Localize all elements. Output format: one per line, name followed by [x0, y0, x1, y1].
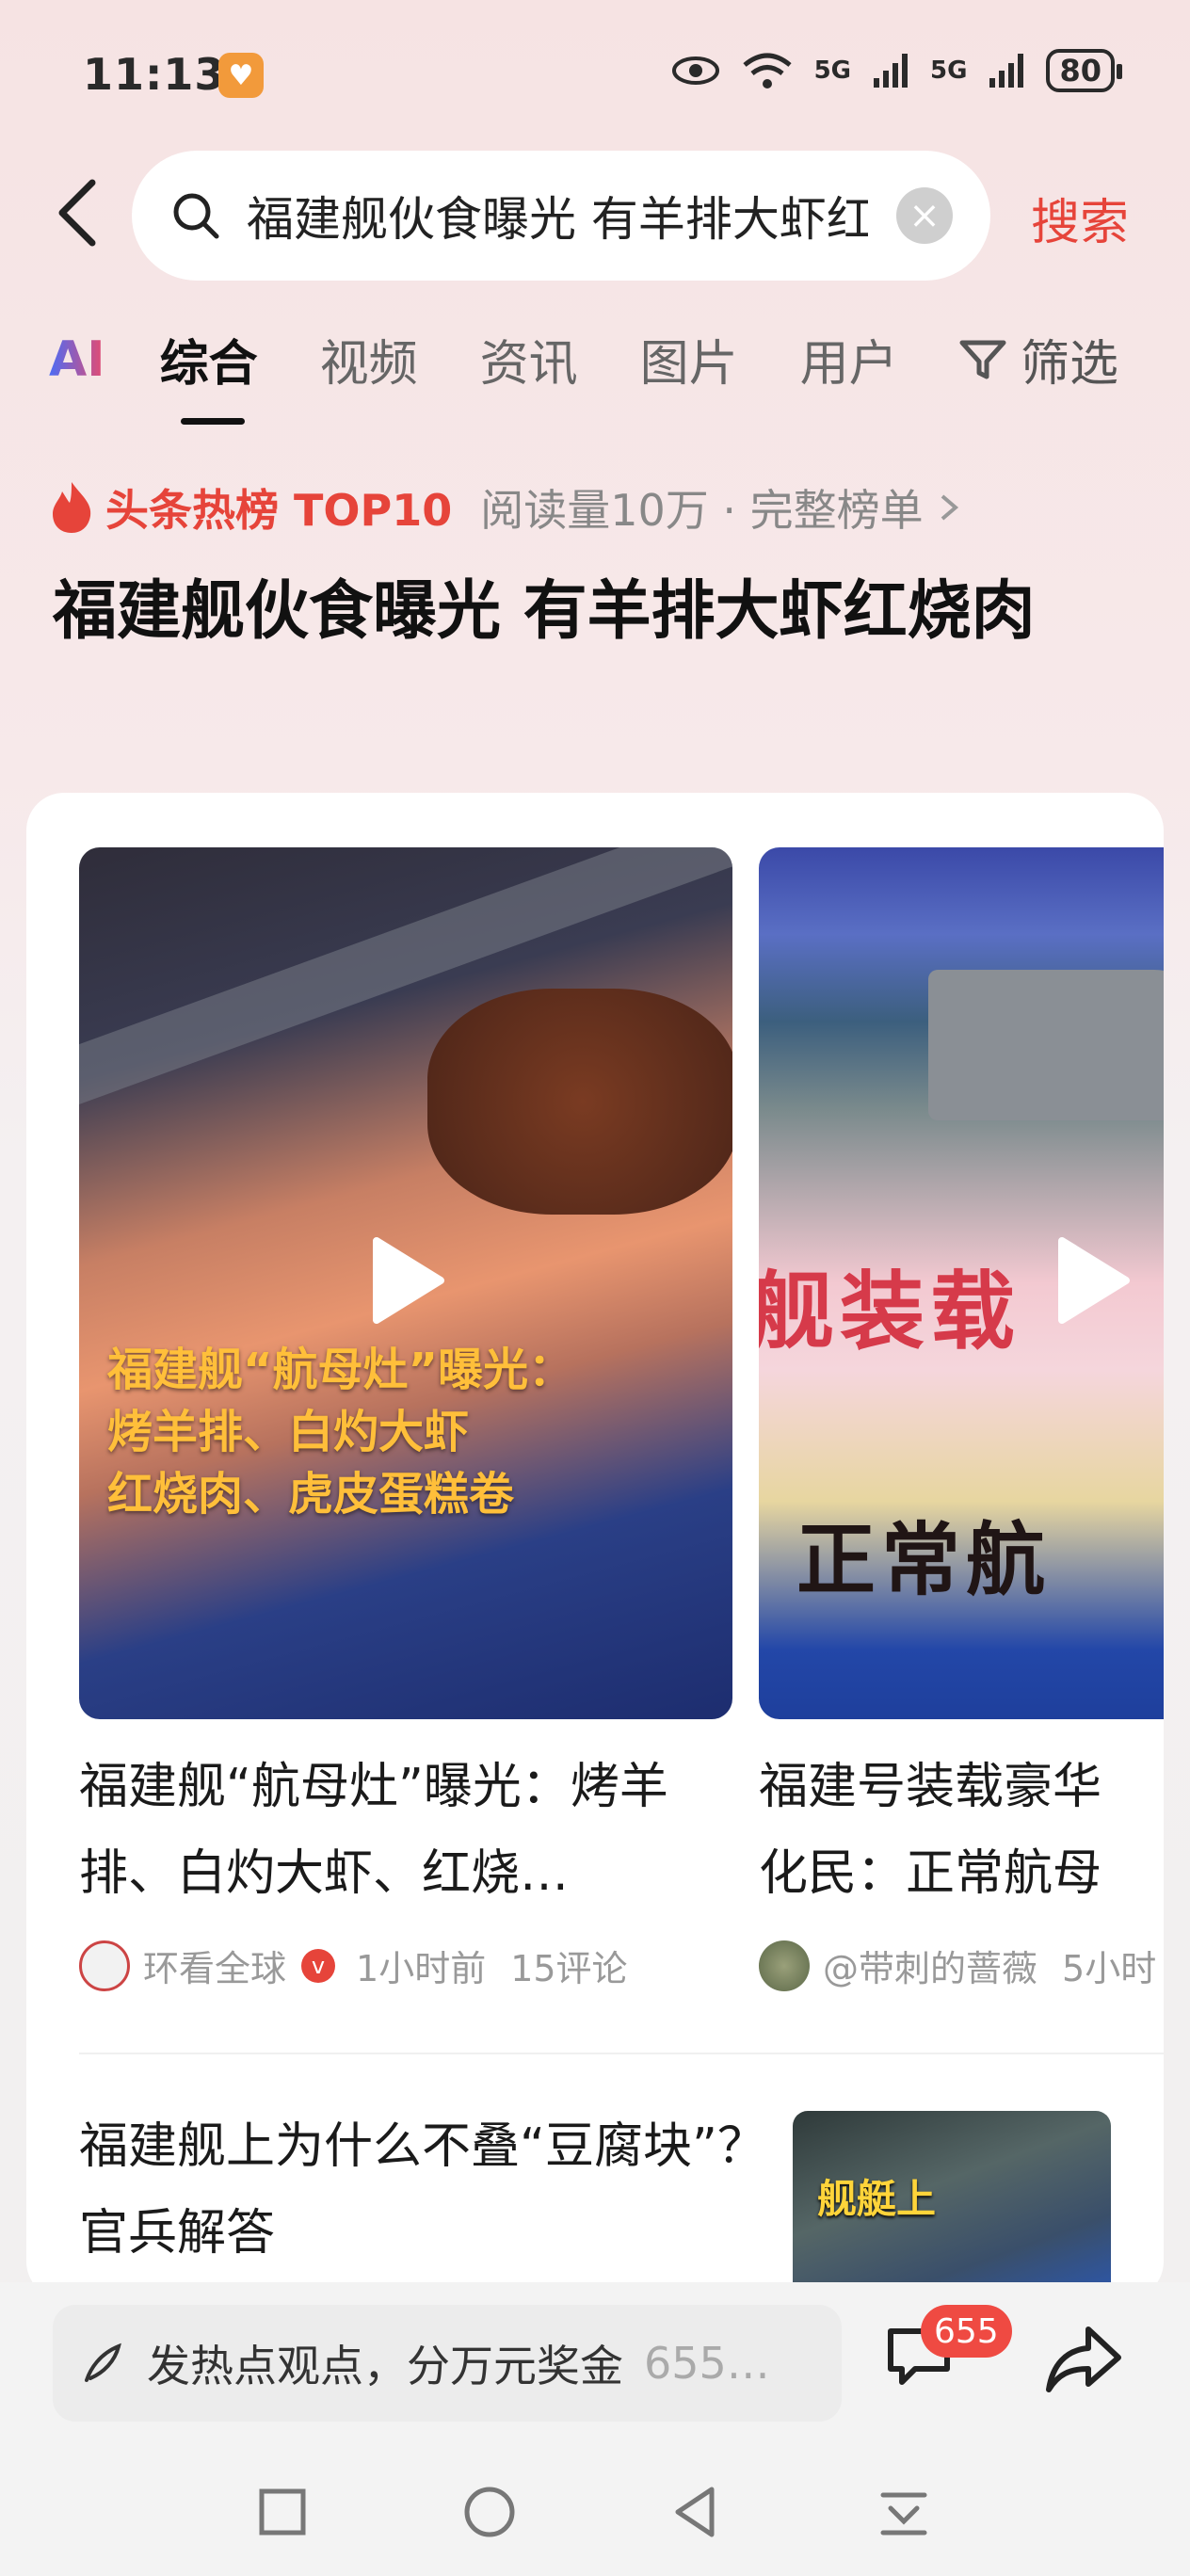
filter-label: 筛选 [1021, 336, 1119, 393]
verified-badge-icon: v [301, 1948, 336, 1983]
video-overlay-text-2a: 舰装载 [759, 1263, 1021, 1361]
divider [79, 2053, 1164, 2054]
author-name[interactable]: @带刺的蔷薇 [823, 1940, 1037, 1991]
battery-indicator: 80 [1046, 49, 1122, 92]
results-card: 福建舰“航母灶”曝光： 烤羊排、白灼大虾 红烧肉、虎皮蛋糕卷 舰装载 正常航 福… [26, 793, 1164, 2299]
signal-5g-1: 5G [813, 56, 852, 85]
filter-icon [959, 340, 1006, 378]
chevron-right-icon [941, 494, 958, 521]
flame-icon [53, 482, 91, 533]
signal-bars-icon [989, 54, 1024, 88]
home-icon[interactable] [459, 2482, 520, 2542]
article-thumb-text: 舰艇上 [817, 2176, 937, 2222]
comment-badge: 655 [921, 2305, 1012, 2358]
avatar[interactable] [759, 1940, 810, 1991]
share-icon[interactable] [1045, 2324, 1122, 2395]
comment-count-preview: 655… [644, 2338, 770, 2389]
tab-news[interactable]: 资讯 [480, 324, 578, 394]
signal-bars-icon [874, 54, 909, 88]
search-input[interactable]: 福建舰伙食曝光 有羊排大虾红烧肉 × [132, 151, 990, 281]
status-icons: 5G 5G 80 [671, 49, 1122, 92]
video-overlay-text-1: 福建舰“航母灶”曝光： 烤羊排、白灼大虾 红烧肉、虎皮蛋糕卷 [107, 1344, 574, 1521]
video-title-2[interactable]: 福建号装载豪华 化民：正常航母 [759, 1744, 1164, 1917]
search-button[interactable]: 搜索 [1031, 183, 1129, 253]
hot-list-row[interactable]: 头条热榜 TOP10 阅读量10万 · 完整榜单 [49, 476, 963, 539]
eye-icon [671, 56, 719, 85]
author-name[interactable]: 环看全球 [143, 1940, 286, 1991]
heart-app-icon: ♥ [218, 53, 264, 98]
wifi-icon [742, 53, 792, 89]
hot-list-meta: 阅读量10万 · 完整榜单 [480, 485, 924, 536]
tab-bar: AI 综合 视频 资讯 图片 用户 [49, 324, 960, 425]
recent-apps-icon[interactable] [252, 2482, 313, 2542]
play-icon[interactable] [367, 1235, 446, 1326]
search-query[interactable]: 福建舰伙食曝光 有羊排大虾红烧肉 [247, 182, 868, 250]
search-icon [173, 193, 219, 239]
back-nav-icon[interactable] [667, 2482, 727, 2542]
tab-comprehensive[interactable]: 综合 [160, 324, 258, 425]
pen-icon [85, 2343, 121, 2382]
tab-images[interactable]: 图片 [640, 324, 738, 394]
collapse-icon[interactable] [874, 2482, 934, 2542]
tab-ai[interactable]: AI [49, 331, 105, 388]
tab-users[interactable]: 用户 [800, 324, 898, 394]
comment-input[interactable]: 发热点观点，分万元奖金 655… [53, 2305, 842, 2422]
status-time: 11:13 [83, 49, 226, 100]
filter-button[interactable]: 筛选 [958, 324, 1118, 394]
video-title-1[interactable]: 福建舰“航母灶”曝光：烤羊排、白灼大虾、红烧… [79, 1744, 729, 1917]
post-time: 1小时前 [356, 1948, 487, 1989]
article-title[interactable]: 福建舰上为什么不叠“豆腐块”？官兵解答 [79, 2103, 776, 2277]
video-meta-2: @带刺的蔷薇 5小时 [759, 1940, 1164, 1991]
play-icon[interactable] [1053, 1235, 1132, 1326]
page-title: 福建舰伙食曝光 有羊排大虾红烧肉 [53, 574, 1036, 649]
hot-list-label: 头条热榜 TOP10 [105, 485, 453, 536]
article-thumbnail[interactable]: 舰艇上 [793, 2111, 1111, 2299]
clear-icon[interactable]: × [896, 187, 953, 244]
video-thumbnail-2[interactable]: 舰装载 正常航 [759, 847, 1164, 1719]
avatar[interactable] [79, 1940, 130, 1991]
signal-5g-2: 5G [930, 56, 968, 85]
comment-hint: 发热点观点，分万元奖金 [147, 2341, 623, 2391]
comment-count: 15评论 [510, 1948, 628, 1989]
video-thumbnail-1[interactable]: 福建舰“航母灶”曝光： 烤羊排、白灼大虾 红烧肉、虎皮蛋糕卷 [79, 847, 732, 1719]
video-meta-1: 环看全球 v 1小时前 15评论 [79, 1940, 628, 1991]
post-time: 5小时 [1062, 1948, 1157, 1989]
back-arrow-icon[interactable] [49, 175, 105, 250]
video-overlay-text-2b: 正常航 [796, 1514, 1052, 1606]
tab-video[interactable]: 视频 [320, 324, 418, 394]
